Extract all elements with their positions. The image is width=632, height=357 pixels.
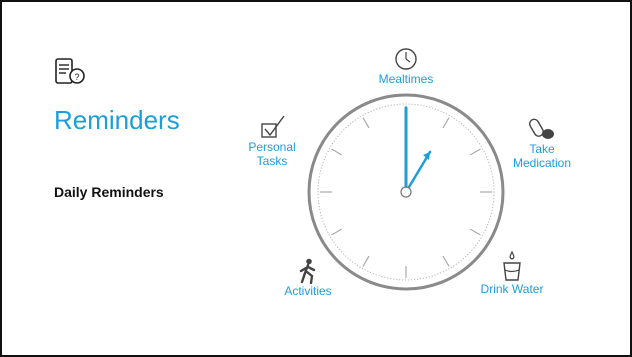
water-glass-icon <box>503 250 521 281</box>
clock <box>307 93 505 291</box>
clock-icon <box>395 48 417 70</box>
category-mealtimes: Mealtimes <box>366 46 446 86</box>
category-label-line1: Personal <box>248 140 296 154</box>
category-drink-water: Drink Water <box>470 250 554 296</box>
slide: ? Reminders Daily Reminders Mealtimes Ta… <box>0 0 632 357</box>
category-label: Activities <box>284 284 332 298</box>
category-label: Mealtimes <box>378 72 434 86</box>
clock-center <box>400 186 412 198</box>
category-take-medication: Take Medication <box>502 116 582 170</box>
category-label: Drink Water <box>480 282 544 296</box>
pills-icon <box>528 118 554 139</box>
category-personal-tasks: Personal Tasks <box>234 112 310 168</box>
checkbox-icon <box>261 115 285 138</box>
category-label-line2: Medication <box>512 156 572 170</box>
category-label-line1: Take <box>529 142 555 156</box>
category-label-line2: Tasks <box>256 154 288 168</box>
walking-person-icon <box>299 258 316 284</box>
category-activities: Activities <box>272 258 344 298</box>
